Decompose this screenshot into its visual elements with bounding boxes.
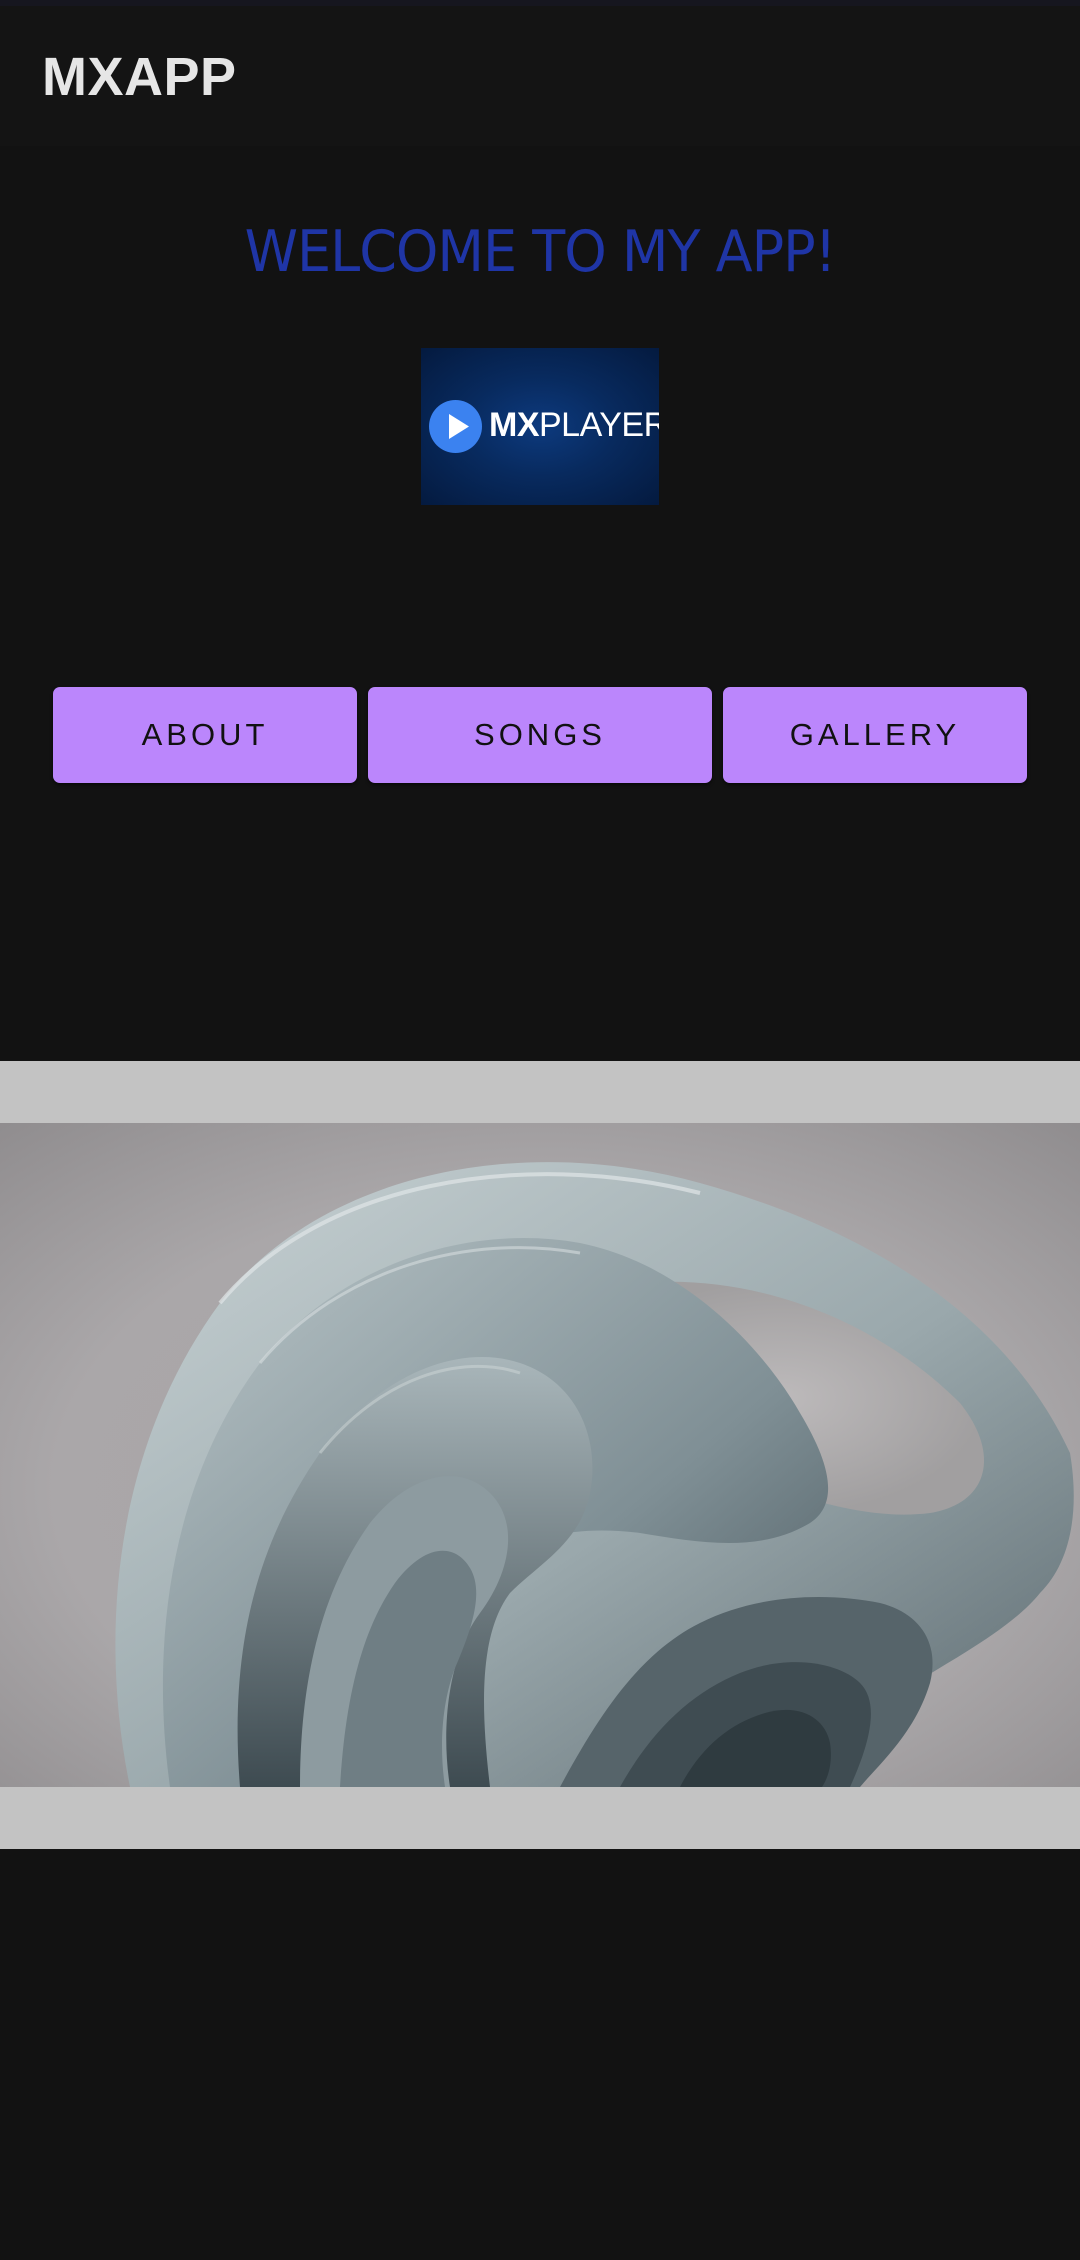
songs-button[interactable]: SONGS bbox=[368, 687, 712, 783]
app-bar: MXAPP bbox=[0, 6, 1080, 146]
app-title: MXAPP bbox=[42, 47, 237, 107]
welcome-heading: WELCOME TO MY APP! bbox=[244, 218, 837, 285]
abstract-wallpaper-image bbox=[0, 1123, 1080, 1787]
play-icon bbox=[429, 400, 482, 453]
logo-brand-light: PLAYER bbox=[539, 406, 659, 444]
logo-brand-text: MXPLAYER bbox=[489, 406, 659, 445]
image-container bbox=[0, 1061, 1080, 1849]
gallery-button[interactable]: GALLERY bbox=[723, 687, 1027, 783]
logo-brand-bold: MX bbox=[489, 406, 540, 444]
mx-player-logo: MXPLAYER bbox=[421, 348, 659, 505]
about-button[interactable]: ABOUT bbox=[53, 687, 357, 783]
